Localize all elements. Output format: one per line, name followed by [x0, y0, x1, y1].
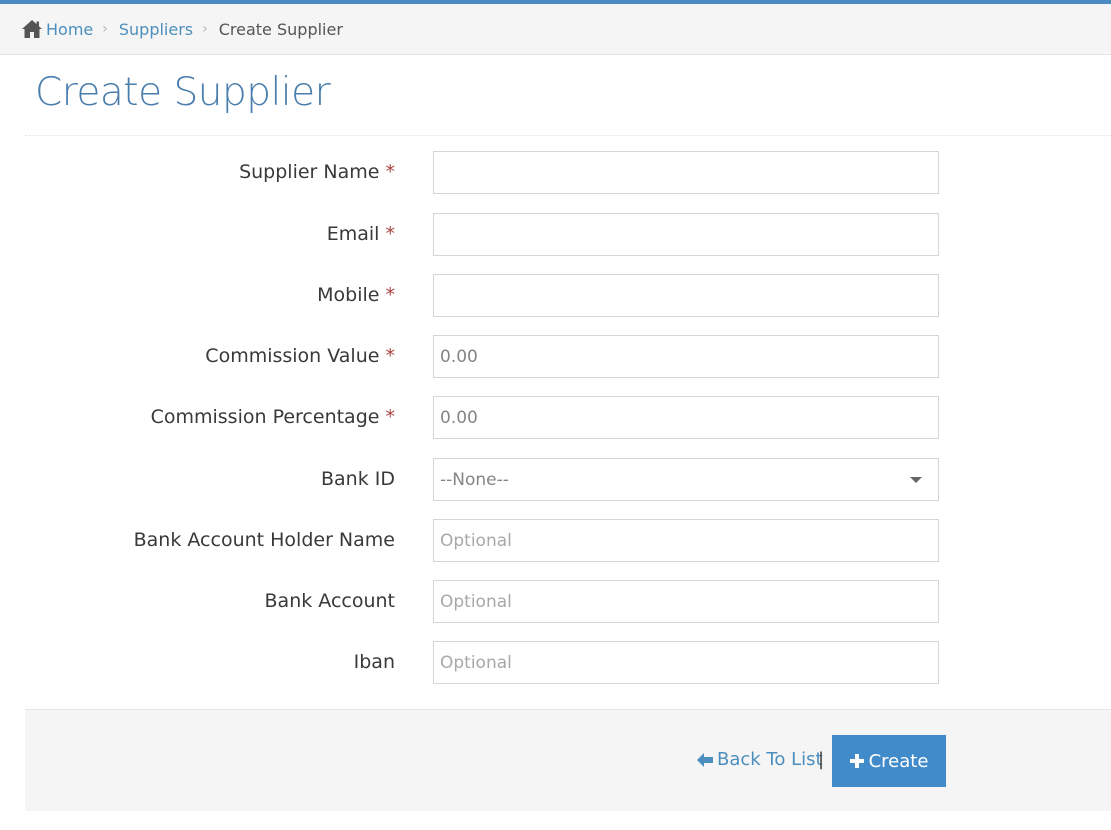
create-button[interactable]: Create: [832, 735, 946, 787]
form-row-mobile: Mobile *: [0, 274, 1111, 317]
form-row-supplier-name: Supplier Name *: [0, 151, 1111, 194]
form-row-bank-id: Bank ID --None--: [0, 458, 1111, 501]
bank-id-label: Bank ID: [321, 468, 395, 490]
chevron-down-icon[interactable]: [910, 477, 922, 483]
form-row-email: Email *: [0, 213, 1111, 256]
form-row-commission-percentage: Commission Percentage * 0.00: [0, 396, 1111, 439]
form-row-bank-account: Bank Account Optional: [0, 580, 1111, 623]
page-title: Create Supplier: [35, 70, 331, 115]
bank-account-holder-name-input[interactable]: Optional: [433, 519, 939, 562]
home-icon[interactable]: [21, 19, 43, 39]
breadcrumb: Home › Suppliers › Create Supplier: [0, 4, 1111, 55]
arrow-left-icon: [697, 752, 713, 767]
breadcrumb-suppliers-link[interactable]: Suppliers: [119, 20, 193, 39]
required-marker: *: [385, 406, 396, 428]
back-to-list-label: Back To List: [717, 749, 823, 770]
email-input[interactable]: [433, 213, 939, 256]
supplier-name-input[interactable]: [433, 151, 939, 194]
create-button-label: Create: [868, 750, 929, 772]
supplier-name-label: Supplier Name *: [239, 161, 395, 183]
page-header: Create Supplier: [25, 55, 1111, 136]
bank-id-selected-value: --None--: [440, 469, 509, 490]
required-marker: *: [385, 223, 396, 245]
breadcrumb-separator: ›: [202, 21, 208, 37]
form-row-bank-account-holder-name: Bank Account Holder Name Optional: [0, 519, 1111, 562]
commission-percentage-label: Commission Percentage *: [150, 406, 396, 428]
mobile-label: Mobile *: [317, 284, 395, 306]
iban-label: Iban: [353, 651, 395, 673]
commission-value-input[interactable]: 0.00: [433, 335, 939, 378]
back-to-list-link[interactable]: Back To List: [697, 749, 823, 770]
bank-account-holder-name-label: Bank Account Holder Name: [133, 529, 395, 551]
required-marker: *: [385, 161, 396, 183]
breadcrumb-separator: ›: [102, 21, 108, 37]
email-label: Email *: [326, 223, 396, 245]
required-marker: *: [385, 284, 396, 306]
bank-id-select[interactable]: --None--: [433, 458, 939, 501]
commission-value-label: Commission Value *: [205, 345, 395, 367]
plus-icon: [849, 754, 864, 768]
mobile-input[interactable]: [433, 274, 939, 317]
form-row-commission-value: Commission Value * 0.00: [0, 335, 1111, 378]
bank-account-input[interactable]: Optional: [433, 580, 939, 623]
breadcrumb-home-link[interactable]: Home: [46, 20, 93, 39]
action-divider: |: [818, 749, 825, 770]
breadcrumb-current: Create Supplier: [218, 19, 343, 39]
commission-percentage-input[interactable]: 0.00: [433, 396, 939, 439]
bank-account-label: Bank Account: [264, 590, 395, 612]
form-actions: Back To List | Create: [25, 709, 1111, 811]
form-row-iban: Iban Optional: [0, 641, 1111, 684]
iban-input[interactable]: Optional: [433, 641, 939, 684]
required-marker: *: [385, 345, 396, 367]
